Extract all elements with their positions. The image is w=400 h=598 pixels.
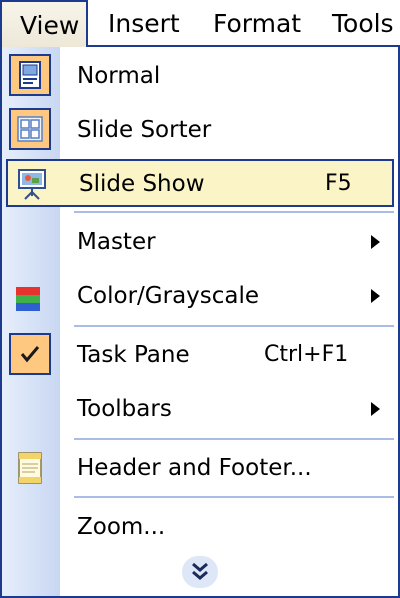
view-dropdown-menu: Normal Slide Sorter Slide Show F5 Master… <box>0 45 400 598</box>
menu-tools[interactable]: Tools <box>332 0 394 46</box>
menu-item-label: Master <box>77 229 156 255</box>
menu-separator <box>74 211 394 213</box>
submenu-arrow-icon <box>371 289 380 303</box>
menu-item-shortcut: Ctrl+F1 <box>264 342 349 367</box>
menu-separator <box>74 438 394 440</box>
menu-item-master[interactable]: Master <box>2 217 398 267</box>
menu-item-normal[interactable]: Normal <box>2 51 398 101</box>
menu-item-label: Zoom... <box>77 514 166 540</box>
menu-item-label: Task Pane <box>77 342 190 368</box>
menu-insert[interactable]: Insert <box>108 0 180 46</box>
menu-item-color-grayscale[interactable]: Color/Grayscale <box>2 271 398 321</box>
menu-item-slide-sorter[interactable]: Slide Sorter <box>2 105 398 155</box>
menu-item-header-footer[interactable]: Header and Footer... <box>2 443 398 493</box>
menu-item-shortcut: F5 <box>325 171 352 196</box>
submenu-arrow-icon <box>371 402 380 416</box>
expand-menu-button[interactable] <box>182 556 218 588</box>
menu-item-label: Toolbars <box>77 396 172 422</box>
normal-view-icon <box>9 54 51 96</box>
menu-bar: View Insert Format Tools <box>0 0 400 47</box>
menu-format[interactable]: Format <box>213 0 301 46</box>
menu-item-slide-show[interactable]: Slide Show F5 <box>6 159 394 207</box>
menu-item-label: Header and Footer... <box>77 455 312 481</box>
powerpoint-view-menu-screenshot: View Insert Format Tools Normal Slide So… <box>0 0 400 598</box>
checkmark-icon <box>9 333 51 375</box>
menu-item-label: Slide Sorter <box>77 117 212 143</box>
menu-item-label: Color/Grayscale <box>77 283 260 309</box>
menu-item-toolbars[interactable]: Toolbars <box>2 384 398 434</box>
menu-item-label: Normal <box>77 63 161 89</box>
header-footer-icon <box>18 452 42 484</box>
menu-item-task-pane[interactable]: Task Pane Ctrl+F1 <box>2 330 398 380</box>
menu-separator <box>74 325 394 327</box>
color-grayscale-icon <box>16 287 40 311</box>
menu-separator <box>74 496 394 498</box>
submenu-arrow-icon <box>371 235 380 249</box>
double-chevron-down-icon <box>192 562 208 580</box>
menu-view[interactable]: View <box>0 0 88 47</box>
menu-item-label: Slide Show <box>79 171 205 197</box>
menu-item-zoom[interactable]: Zoom... <box>2 502 398 552</box>
slide-show-icon <box>18 169 46 200</box>
slide-sorter-icon <box>9 108 51 150</box>
